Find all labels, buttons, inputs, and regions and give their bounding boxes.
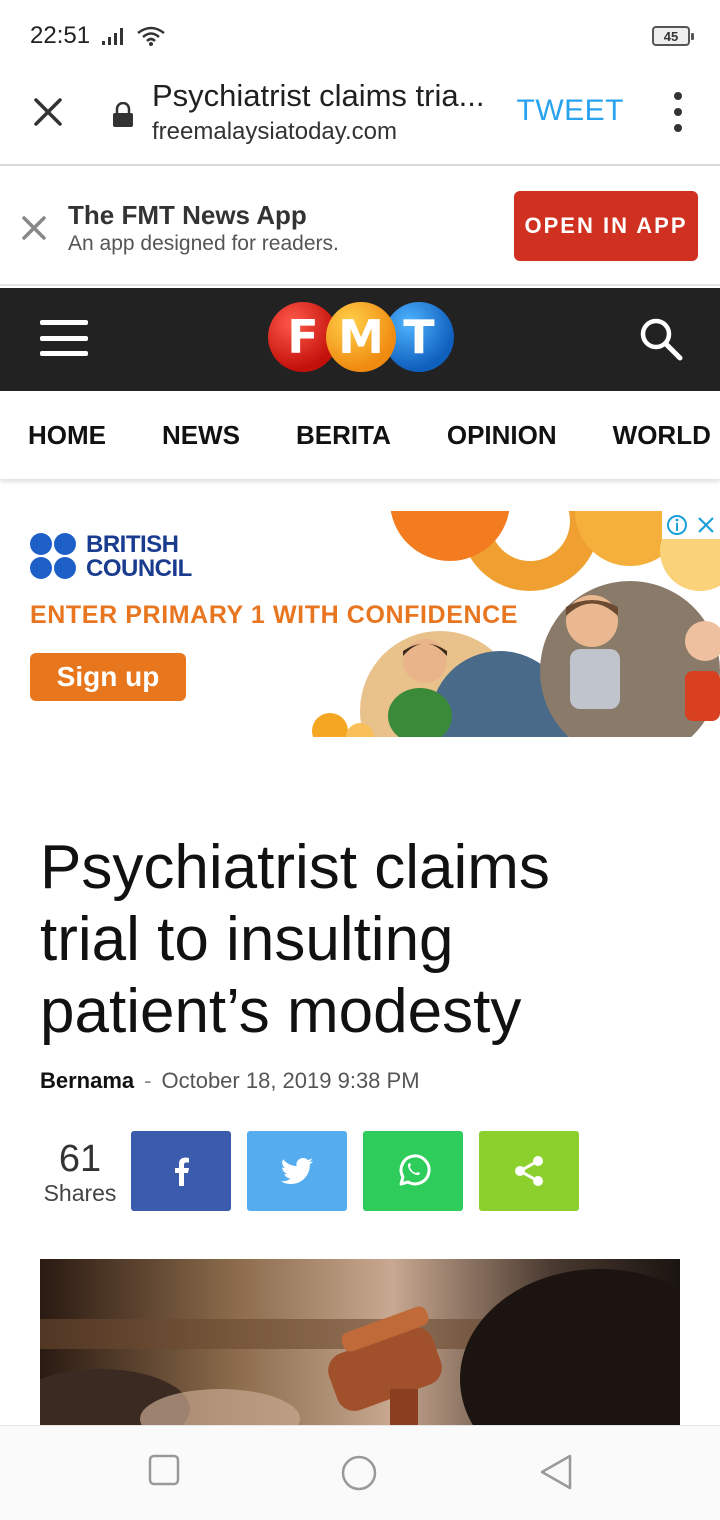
article-date: October 18, 2019 9:38 PM	[161, 1068, 420, 1093]
open-in-app-button[interactable]: OPEN IN APP	[514, 191, 698, 261]
status-bar: 22:51 45	[0, 0, 720, 72]
article-headline: Psychiatrist claims trial to insulting p…	[40, 833, 550, 1046]
system-navigation-bar	[0, 1425, 720, 1520]
page-title: Psychiatrist claims tria...	[152, 78, 485, 113]
nav-item-world[interactable]: WORLD	[613, 420, 711, 451]
battery-level: 45	[663, 28, 679, 44]
app-install-banner: The FMT News App An app designed for rea…	[0, 168, 720, 286]
section-nav: HOME NEWS BERITA OPINION WORLD	[0, 391, 720, 479]
site-header: F M T	[0, 288, 720, 391]
whatsapp-icon	[399, 1154, 431, 1186]
recent-apps-icon[interactable]	[148, 1454, 180, 1486]
advertisement-banner[interactable]: BRITISH COUNCIL ENTER PRIMARY 1 WITH CON…	[0, 511, 720, 737]
close-icon[interactable]	[28, 92, 68, 132]
fmt-logo[interactable]: F M T	[268, 302, 458, 374]
twitter-icon	[281, 1158, 313, 1184]
nav-item-opinion[interactable]: OPINION	[447, 420, 557, 451]
ad-signup-button[interactable]: Sign up	[30, 653, 186, 701]
battery-icon: 45	[652, 26, 694, 46]
ad-children-photo	[312, 511, 720, 737]
status-time: 22:51	[30, 22, 91, 49]
ad-choices-badge[interactable]	[662, 511, 720, 539]
british-council-logo: BRITISH COUNCIL	[30, 533, 192, 581]
share-whatsapp-button[interactable]	[363, 1131, 463, 1211]
nav-item-berita[interactable]: BERITA	[296, 420, 391, 451]
british-council-dots-icon	[30, 533, 78, 581]
lock-icon	[113, 102, 133, 127]
share-icon	[515, 1156, 543, 1186]
menu-icon[interactable]	[40, 320, 88, 356]
brand-line-1: BRITISH	[86, 531, 179, 558]
banner-subtitle: An app designed for readers.	[68, 232, 339, 255]
logo-letter-m: M	[326, 302, 396, 372]
banner-title: The FMT News App	[68, 200, 307, 230]
share-count: 61	[58, 1138, 102, 1180]
page-url[interactable]: freemalaysiatoday.com	[152, 118, 397, 146]
share-generic-button[interactable]	[479, 1131, 579, 1211]
search-icon[interactable]	[638, 316, 684, 362]
share-twitter-button[interactable]	[247, 1131, 347, 1211]
ad-info-icon[interactable]	[666, 514, 688, 536]
brand-line-2: COUNCIL	[86, 555, 192, 582]
tweet-button[interactable]: TWEET	[517, 94, 625, 128]
nav-item-home[interactable]: HOME	[28, 420, 106, 451]
signal-icon	[102, 28, 124, 45]
ad-close-icon[interactable]	[696, 515, 716, 535]
share-counter: 61 Shares	[40, 1138, 120, 1207]
nav-item-news[interactable]: NEWS	[162, 420, 240, 451]
home-icon[interactable]	[340, 1454, 378, 1492]
share-facebook-button[interactable]	[131, 1131, 231, 1211]
byline-separator: -	[144, 1068, 152, 1093]
wifi-icon	[137, 26, 165, 46]
article-gavel-image	[40, 1259, 680, 1425]
share-label: Shares	[43, 1180, 117, 1206]
custom-tab-toolbar: Psychiatrist claims tria... freemalaysia…	[0, 72, 720, 166]
back-icon[interactable]	[538, 1454, 574, 1490]
article-byline: Bernama - October 18, 2019 9:38 PM	[40, 1068, 420, 1094]
dismiss-banner-icon[interactable]	[20, 214, 48, 242]
facebook-icon	[175, 1157, 189, 1186]
article-author[interactable]: Bernama	[40, 1068, 134, 1093]
more-options-icon[interactable]	[672, 92, 684, 132]
